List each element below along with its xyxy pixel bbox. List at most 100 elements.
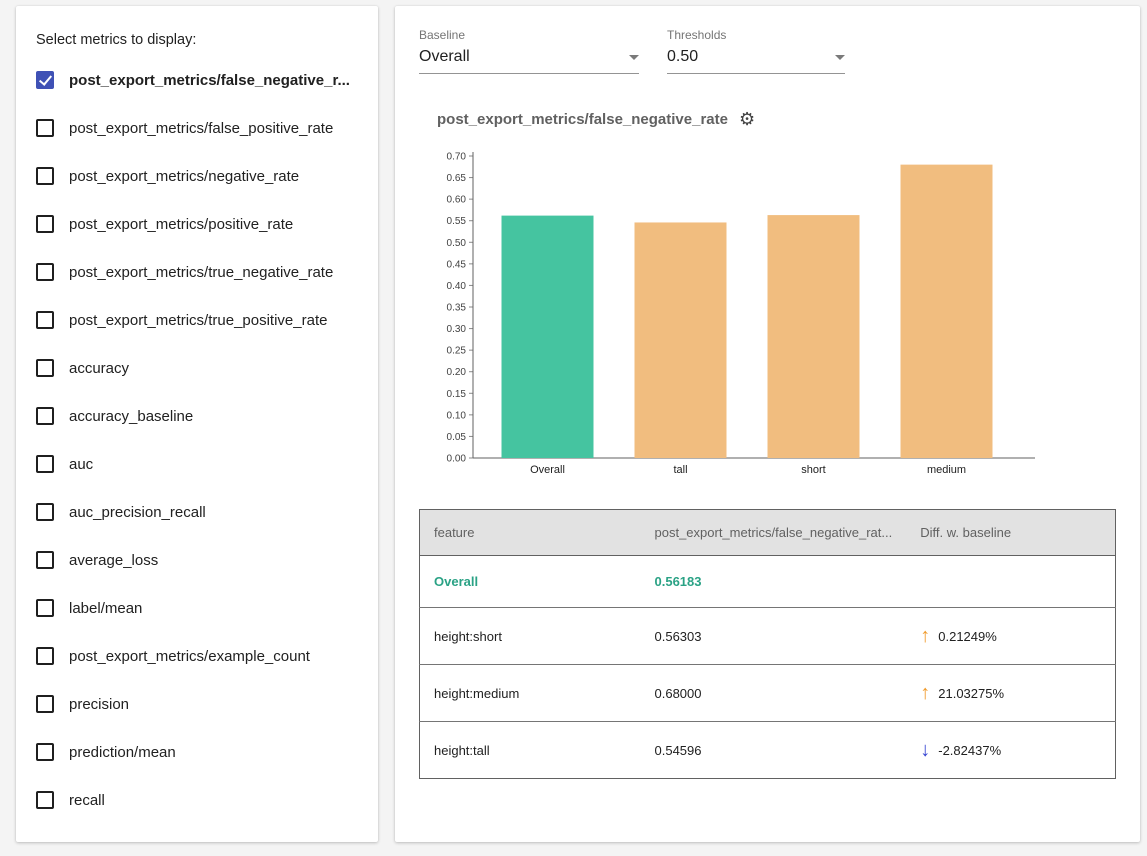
bar-overall — [502, 216, 594, 458]
value-cell: 0.68000 — [641, 665, 907, 722]
svg-text:0.60: 0.60 — [447, 195, 467, 206]
checkbox-icon[interactable] — [36, 791, 54, 809]
checkbox-icon[interactable] — [36, 743, 54, 761]
gear-icon[interactable]: ⚙ — [739, 110, 755, 128]
table-header-cell: post_export_metrics/false_negative_rat..… — [641, 510, 907, 556]
baseline-value: Overall — [419, 48, 470, 66]
metrics-panel-title: Select metrics to display: — [34, 32, 360, 48]
feature-cell: height:short — [420, 608, 641, 665]
table-row: height:medium0.68000↑21.03275% — [420, 665, 1116, 722]
diff-value: 0.21249% — [938, 629, 997, 644]
metric-label: post_export_metrics/example_count — [69, 648, 310, 665]
table-row: Overall0.56183 — [420, 556, 1116, 608]
metric-item-4[interactable]: post_export_metrics/true_negative_rate — [34, 248, 360, 296]
metric-item-1[interactable]: post_export_metrics/false_positive_rate — [34, 104, 360, 152]
results-panel: Baseline Overall Thresholds 0.50 post_ex… — [395, 6, 1140, 842]
x-tick-label: Overall — [530, 464, 565, 476]
checkbox-checked-icon[interactable] — [36, 71, 54, 89]
metric-item-11[interactable]: label/mean — [34, 584, 360, 632]
metric-item-0[interactable]: post_export_metrics/false_negative_r... — [34, 56, 360, 104]
metric-item-6[interactable]: accuracy — [34, 344, 360, 392]
thresholds-value: 0.50 — [667, 48, 698, 66]
feature-cell: height:medium — [420, 665, 641, 722]
checkbox-icon[interactable] — [36, 695, 54, 713]
feature-cell: Overall — [420, 556, 641, 608]
table-header-cell: Diff. w. baseline — [906, 510, 1115, 556]
diff-cell: ↓ -2.82437% — [906, 722, 1115, 779]
checkbox-icon[interactable] — [36, 647, 54, 665]
checkbox-icon[interactable] — [36, 551, 54, 569]
x-tick-label: short — [801, 464, 825, 476]
checkbox-icon[interactable] — [36, 215, 54, 233]
x-tick-label: medium — [927, 464, 966, 476]
table-row: height:tall0.54596↓-2.82437% — [420, 722, 1116, 779]
metric-item-14[interactable]: prediction/mean — [34, 728, 360, 776]
svg-text:0.30: 0.30 — [447, 324, 467, 335]
checkbox-icon[interactable] — [36, 359, 54, 377]
svg-text:0.25: 0.25 — [447, 346, 467, 357]
page: Select metrics to display: post_export_m… — [0, 0, 1147, 856]
metric-item-7[interactable]: accuracy_baseline — [34, 392, 360, 440]
metric-item-12[interactable]: post_export_metrics/example_count — [34, 632, 360, 680]
checkbox-icon[interactable] — [36, 455, 54, 473]
chevron-down-icon — [629, 55, 639, 60]
metric-item-5[interactable]: post_export_metrics/true_positive_rate — [34, 296, 360, 344]
thresholds-label: Thresholds — [667, 28, 845, 42]
metric-item-13[interactable]: precision — [34, 680, 360, 728]
diff-cell — [906, 556, 1115, 608]
baseline-label: Baseline — [419, 28, 639, 42]
svg-text:0.05: 0.05 — [447, 432, 467, 443]
diff-value: 21.03275% — [938, 686, 1004, 701]
svg-text:0.35: 0.35 — [447, 303, 467, 314]
checkbox-icon[interactable] — [36, 599, 54, 617]
checkbox-icon[interactable] — [36, 503, 54, 521]
checkbox-icon[interactable] — [36, 311, 54, 329]
metric-item-10[interactable]: average_loss — [34, 536, 360, 584]
bar-medium — [901, 165, 993, 458]
metrics-list: post_export_metrics/false_negative_r...p… — [34, 56, 360, 824]
metric-item-15[interactable]: recall — [34, 776, 360, 824]
svg-text:0.40: 0.40 — [447, 281, 467, 292]
svg-text:0.55: 0.55 — [447, 216, 467, 227]
checkbox-icon[interactable] — [36, 119, 54, 137]
metric-label: post_export_metrics/negative_rate — [69, 168, 299, 185]
chart-title: post_export_metrics/false_negative_rate — [437, 111, 728, 128]
metric-label: accuracy_baseline — [69, 408, 193, 425]
svg-text:0.50: 0.50 — [447, 238, 467, 249]
up-arrow-icon: ↑ — [920, 626, 930, 646]
diff-value: -2.82437% — [938, 743, 1001, 758]
metrics-panel: Select metrics to display: post_export_m… — [16, 6, 378, 842]
bar-chart: 0.000.050.100.150.200.250.300.350.400.45… — [425, 142, 1045, 496]
svg-text:0.15: 0.15 — [447, 389, 467, 400]
value-cell: 0.54596 — [641, 722, 907, 779]
thresholds-field: Thresholds 0.50 — [667, 28, 845, 74]
svg-text:0.10: 0.10 — [447, 410, 467, 421]
baseline-select[interactable]: Overall — [419, 48, 639, 74]
chart-header: post_export_metrics/false_negative_rate … — [437, 110, 1116, 128]
metric-label: recall — [69, 792, 105, 809]
metric-label: post_export_metrics/true_negative_rate — [69, 264, 333, 281]
metric-item-2[interactable]: post_export_metrics/negative_rate — [34, 152, 360, 200]
down-arrow-icon: ↓ — [920, 740, 930, 760]
metric-label: auc — [69, 456, 93, 473]
baseline-field: Baseline Overall — [419, 28, 639, 74]
metric-label: prediction/mean — [69, 744, 176, 761]
metric-label: label/mean — [69, 600, 142, 617]
svg-text:0.20: 0.20 — [447, 367, 467, 378]
thresholds-select[interactable]: 0.50 — [667, 48, 845, 74]
table-header-row: featurepost_export_metrics/false_negativ… — [420, 510, 1116, 556]
svg-text:0.70: 0.70 — [447, 152, 467, 163]
metric-item-8[interactable]: auc — [34, 440, 360, 488]
table-body: Overall0.56183height:short0.56303↑0.2124… — [420, 556, 1116, 779]
bar-short — [768, 215, 860, 458]
metric-item-9[interactable]: auc_precision_recall — [34, 488, 360, 536]
svg-text:0.45: 0.45 — [447, 259, 467, 270]
metrics-table: featurepost_export_metrics/false_negativ… — [419, 509, 1116, 779]
metric-label: post_export_metrics/true_positive_rate — [69, 312, 327, 329]
metric-item-3[interactable]: post_export_metrics/positive_rate — [34, 200, 360, 248]
metric-label: average_loss — [69, 552, 158, 569]
metric-label: precision — [69, 696, 129, 713]
checkbox-icon[interactable] — [36, 407, 54, 425]
checkbox-icon[interactable] — [36, 263, 54, 281]
checkbox-icon[interactable] — [36, 167, 54, 185]
